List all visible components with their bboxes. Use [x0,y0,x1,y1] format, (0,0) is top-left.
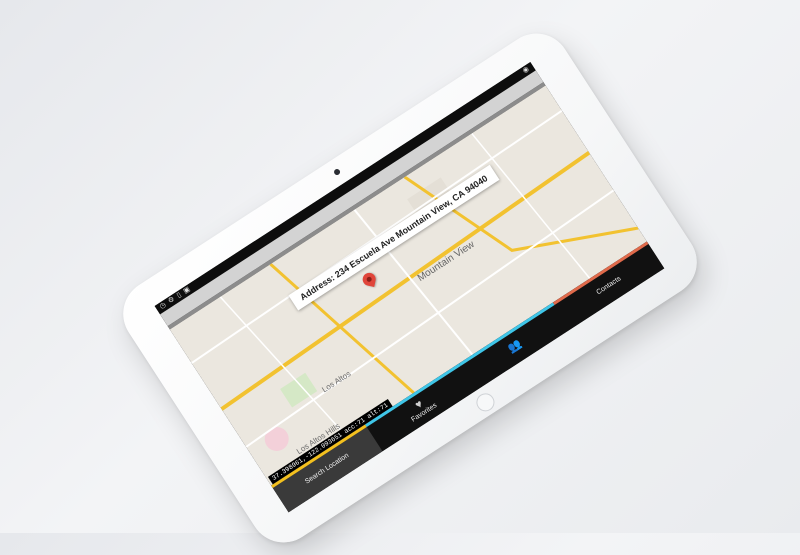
front-camera [332,167,342,177]
tablet-device: ◷ ⚙ ▯ ▣ ◉ Address: 234 Escuela Ave Mount… [110,20,710,555]
app-screen: ◷ ⚙ ▯ ▣ ◉ Address: 234 Escuela Ave Mount… [154,62,665,513]
favorites-label: Favorites [410,401,439,424]
contacts-label: Contacts [595,274,623,296]
home-button[interactable] [473,389,498,415]
people-icon: 👥 [505,337,524,356]
